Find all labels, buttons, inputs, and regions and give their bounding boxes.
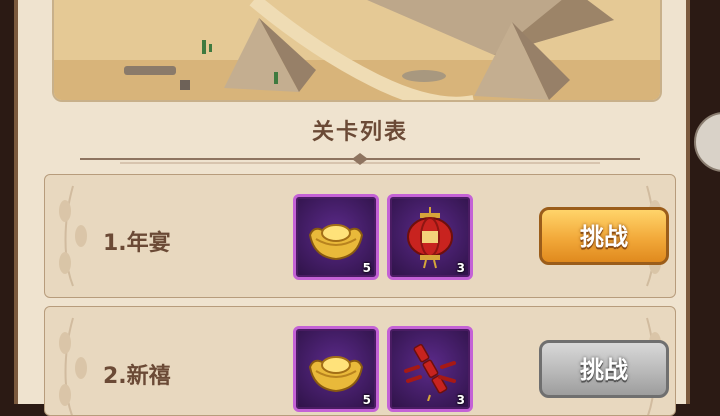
stage-row: 2.新禧 5 3 挑战 (44, 306, 676, 416)
reward-count: 5 (362, 261, 371, 275)
red-lantern-icon (407, 207, 453, 269)
reward-count: 3 (456, 261, 465, 275)
stage-name: 2.新禧 (103, 364, 171, 389)
stage-row: 1.年宴 5 3 挑战 (44, 174, 676, 298)
reward-slot[interactable]: 3 (387, 194, 473, 280)
desert-scene-image (52, 0, 662, 102)
reward-slot[interactable]: 5 (293, 326, 379, 412)
firecracker-icon (404, 343, 456, 401)
leaf-ornament-icon (59, 317, 87, 415)
gold-ingot-icon (308, 224, 364, 261)
challenge-button[interactable]: 挑战 (539, 340, 669, 398)
reward-slot[interactable]: 3 (387, 326, 473, 412)
title-divider (80, 153, 640, 165)
stage-name: 1.年宴 (103, 231, 171, 256)
gold-ingot-icon (308, 356, 364, 393)
reward-count: 3 (456, 393, 465, 407)
panel-title: 关卡列表 (311, 120, 408, 145)
leaf-ornament-icon (59, 185, 87, 287)
challenge-button[interactable]: 挑战 (539, 207, 669, 265)
reward-count: 5 (362, 393, 371, 407)
reward-slot[interactable]: 5 (293, 194, 379, 280)
